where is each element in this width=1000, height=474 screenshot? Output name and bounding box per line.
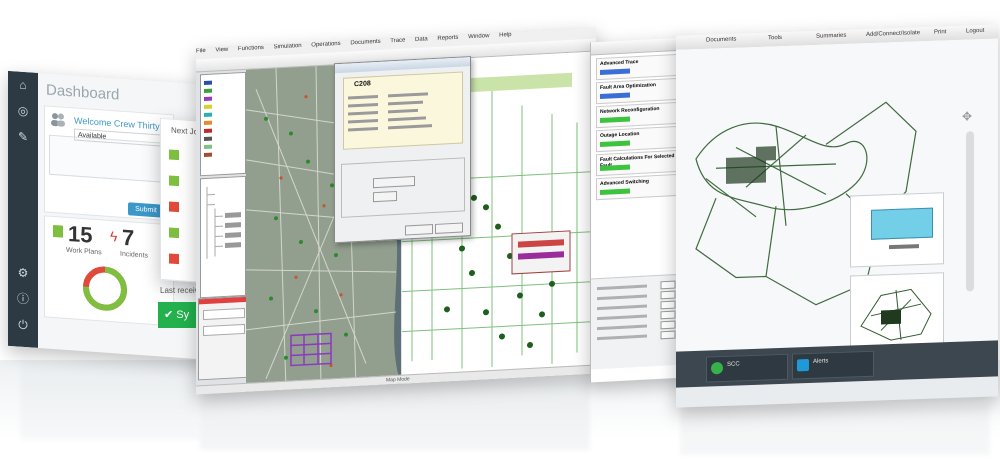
page-title: Dashboard xyxy=(46,81,120,104)
job-icon xyxy=(169,175,179,187)
inset-marker xyxy=(889,244,919,250)
properties-header xyxy=(199,296,249,305)
network-canvas[interactable]: ✥ xyxy=(676,38,998,352)
gis-window: File View Functions Simulation Operation… xyxy=(196,27,596,395)
step-status xyxy=(600,188,630,196)
dashboard-reflection xyxy=(20,360,200,440)
alerts-label: Alerts xyxy=(813,358,829,365)
cancel-button[interactable] xyxy=(435,222,463,234)
alerts-tile[interactable]: Alerts xyxy=(792,350,874,380)
job-icon xyxy=(169,253,179,265)
power-icon[interactable]: ⏻ xyxy=(8,311,38,339)
check-icon: ✔ xyxy=(164,309,177,321)
selection-box xyxy=(871,207,933,240)
isolate-menu[interactable]: Add/Connect/Isolate xyxy=(866,30,920,38)
job-icon xyxy=(169,201,179,213)
zoom-network xyxy=(860,288,932,341)
device-dialog: C208 xyxy=(334,56,471,244)
alerts-icon xyxy=(797,358,809,372)
menu-item[interactable]: Operations xyxy=(311,41,340,49)
submit-button[interactable]: Submit xyxy=(128,202,164,218)
edit-icon[interactable]: ✎ xyxy=(8,123,38,151)
device-code: C208 xyxy=(354,80,371,89)
web-client-window: Documents Tools Summaries Add/Connect/Is… xyxy=(676,24,998,408)
task-panel: Advanced Trace Fault Area Optimization N… xyxy=(590,37,687,383)
zoom-inset[interactable] xyxy=(850,272,944,350)
device-info: C208 xyxy=(343,71,463,150)
tools-menu[interactable]: Tools xyxy=(768,35,782,41)
sync-button-label: Sy xyxy=(176,309,190,321)
menu-item[interactable]: Help xyxy=(499,32,511,39)
dialog-group xyxy=(341,157,465,218)
menu-item[interactable]: Documents xyxy=(350,39,380,47)
task-step[interactable]: Advanced Trace xyxy=(596,53,682,81)
home-icon[interactable]: ⌂ xyxy=(8,71,38,99)
menu-item[interactable]: Functions xyxy=(238,45,264,52)
step-label: Fault Area Optimization xyxy=(600,82,656,92)
tree-lines xyxy=(206,186,241,259)
globe-icon[interactable]: ◎ xyxy=(8,97,38,125)
network-tree[interactable] xyxy=(200,175,246,299)
options-section xyxy=(591,273,687,370)
work-plans-count: 15 xyxy=(68,221,93,248)
task-step[interactable]: Fault Calculations For Selected Fault xyxy=(596,149,682,177)
ok-button[interactable] xyxy=(405,224,433,236)
option-rows xyxy=(597,280,676,341)
menu-item[interactable]: View xyxy=(215,47,228,54)
logout-button[interactable]: Logout xyxy=(966,28,984,35)
nav-rail: ⌂ ◎ ✎ ⚙ ⓘ ⏻ xyxy=(8,70,38,348)
scc-icon xyxy=(711,361,723,375)
menu-item[interactable]: Data xyxy=(415,36,428,43)
info-icon[interactable]: ⓘ xyxy=(8,285,38,313)
menu-item[interactable]: File xyxy=(196,48,206,55)
task-step[interactable]: Outage Location xyxy=(596,125,682,153)
print-button[interactable]: Print xyxy=(934,29,946,35)
step-label: Advanced Switching xyxy=(600,178,649,188)
menu-item[interactable]: Trace xyxy=(390,38,405,45)
menu-item[interactable]: Window xyxy=(468,33,489,40)
web-reflection xyxy=(680,405,990,455)
property-field[interactable] xyxy=(203,307,245,321)
status-text: Map Mode xyxy=(386,376,410,384)
menu-item[interactable]: Simulation xyxy=(274,43,302,50)
task-step[interactable]: Advanced Switching xyxy=(596,173,682,201)
property-field[interactable] xyxy=(203,323,245,337)
legend-swatches xyxy=(204,80,212,158)
task-step[interactable]: Fault Area Optimization xyxy=(596,77,682,105)
settings-icon[interactable]: ⚙ xyxy=(8,259,38,287)
incidents-count: 7 xyxy=(122,224,135,251)
document-icon xyxy=(53,224,63,238)
pan-control-icon[interactable]: ✥ xyxy=(962,109,972,123)
task-panel-header xyxy=(591,37,687,56)
step-status xyxy=(600,92,630,100)
legend-panel xyxy=(200,71,246,177)
step-status xyxy=(600,116,630,124)
documents-menu[interactable]: Documents xyxy=(706,37,736,44)
task-step[interactable]: Network Reconfiguration xyxy=(596,101,682,129)
step-status xyxy=(600,68,630,76)
overview-inset[interactable] xyxy=(850,192,944,268)
zoom-slider[interactable] xyxy=(966,131,974,292)
menu-item[interactable]: Reports xyxy=(437,35,458,42)
product-collage: ⌂ ◎ ✎ ⚙ ⓘ ⏻ Dashboard Welcome Crew Thirt… xyxy=(0,0,1000,474)
step-status xyxy=(600,164,630,172)
dialog-field[interactable] xyxy=(373,190,397,203)
progress-donut xyxy=(83,266,127,311)
scc-tile[interactable]: SCC xyxy=(706,353,788,383)
info-lines xyxy=(348,92,432,132)
job-icon xyxy=(169,227,179,239)
lightning-icon: ϟ xyxy=(110,227,118,245)
step-label: Advanced Trace xyxy=(600,59,639,68)
summaries-menu[interactable]: Summaries xyxy=(816,33,846,40)
scc-label: SCC xyxy=(727,361,740,368)
job-icon xyxy=(169,149,179,161)
step-label: Network Reconfiguration xyxy=(600,105,660,116)
step-status xyxy=(600,140,630,148)
step-label: Outage Location xyxy=(600,130,640,140)
users-icon xyxy=(51,113,65,127)
properties-panel xyxy=(198,295,250,381)
